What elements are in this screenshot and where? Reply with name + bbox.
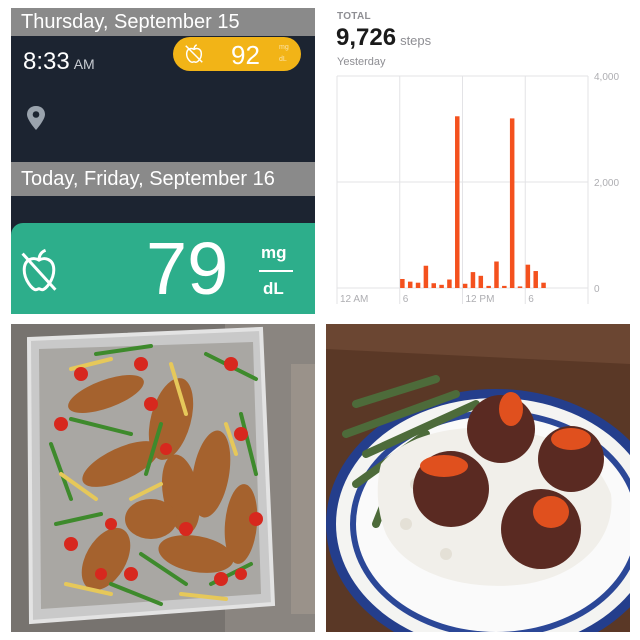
step-bar <box>541 282 546 288</box>
glucose-reading-badge[interactable]: 92 mg dL <box>173 37 301 71</box>
meatball-plate-image <box>326 324 630 632</box>
step-bar <box>431 283 436 288</box>
step-bar <box>423 265 429 288</box>
glucose-log-panel: Thursday, September 15 8:33 AM 92 mg dL T… <box>11 8 315 314</box>
latest-glucose-value: 79 <box>146 227 229 310</box>
latest-glucose-card[interactable]: 79 mg dL <box>11 223 315 314</box>
apple-icon <box>21 248 57 292</box>
step-bar <box>470 272 476 288</box>
glucose-unit-top: mg <box>279 44 289 51</box>
step-bar <box>415 282 421 288</box>
entry-time-ampm: AM <box>73 56 95 72</box>
x-tick-label: 6 <box>403 294 409 305</box>
step-bar <box>447 279 452 288</box>
step-bar <box>400 278 405 288</box>
step-bar <box>486 285 491 288</box>
step-bar <box>509 118 515 289</box>
steps-bar-chart[interactable]: 4,000 2,000 0 12 AM 6 12 PM 6 <box>326 8 630 314</box>
step-bar <box>533 271 538 288</box>
day-header-today: Today, Friday, September 16 <box>11 162 315 196</box>
step-bar <box>494 261 499 288</box>
steps-panel: TOTAL 9,726 steps Yesterday 4,000 2,000 0 12… <box>326 8 630 314</box>
y-tick-label: 2,000 <box>594 178 619 189</box>
x-tick-label: 12 AM <box>340 294 368 305</box>
latest-glucose-unit-bottom: dL <box>263 279 284 298</box>
step-bar <box>478 275 484 288</box>
step-bar <box>439 284 444 288</box>
meatball-plate-photo <box>326 324 630 632</box>
apple-icon <box>185 44 203 63</box>
sheet-pan-image <box>11 324 315 632</box>
step-bar <box>407 281 413 288</box>
entry-time-value: 8:33 <box>23 48 70 75</box>
glucose-reading-value: 92 <box>231 40 260 70</box>
y-tick-label: 4,000 <box>594 72 619 83</box>
step-bar <box>517 286 523 288</box>
x-tick-label: 12 PM <box>466 294 495 305</box>
step-bar <box>502 285 507 288</box>
step-bar <box>525 264 531 288</box>
latest-glucose-unit-top: mg <box>261 243 287 262</box>
x-tick-label: 6 <box>528 294 534 305</box>
step-bar <box>455 116 460 288</box>
y-tick-label: 0 <box>594 284 600 295</box>
unit-fraction-bar <box>259 270 293 272</box>
day-header-thursday: Thursday, September 15 <box>11 8 315 36</box>
glucose-unit-bottom: dL <box>279 56 287 63</box>
location-pin-icon[interactable] <box>25 105 47 131</box>
step-bar <box>462 283 468 288</box>
entry-time[interactable]: 8:33 AM <box>23 48 95 76</box>
sheet-pan-photo <box>11 324 315 632</box>
